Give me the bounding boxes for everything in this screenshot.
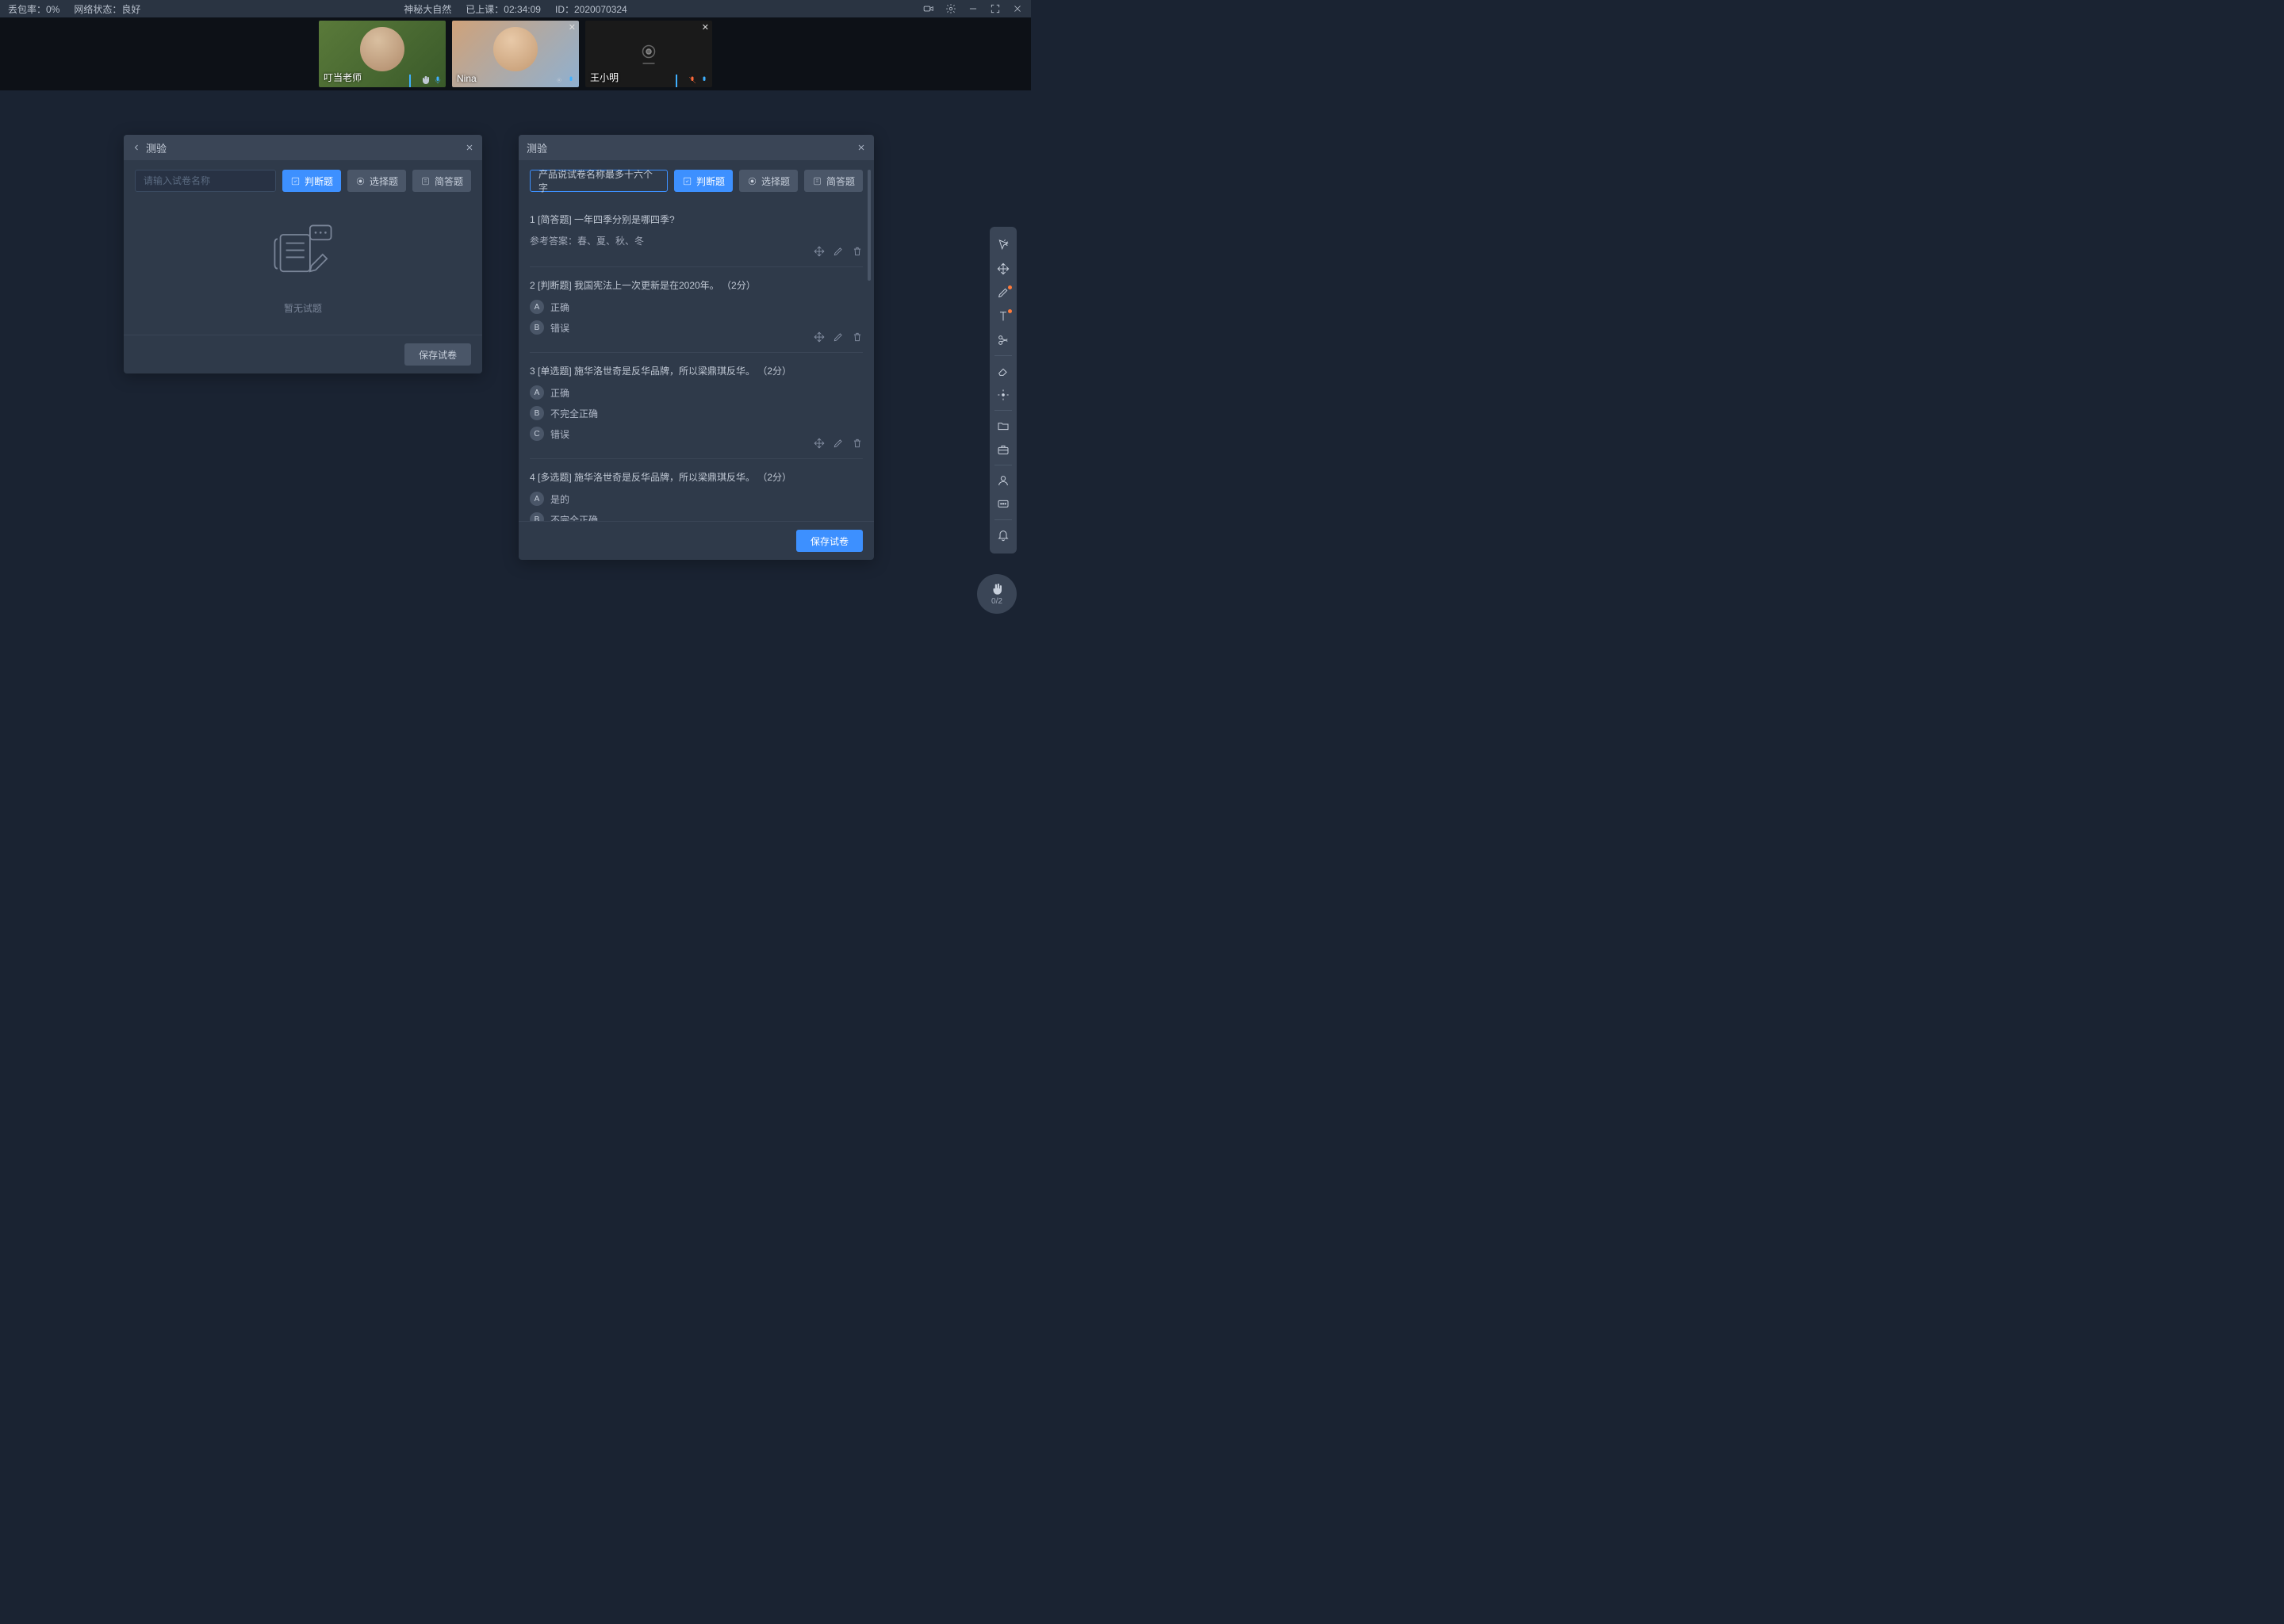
bell-tool-icon[interactable]: [990, 523, 1017, 547]
text-tool-icon[interactable]: [990, 304, 1017, 328]
folder-tool-icon[interactable]: [990, 414, 1017, 438]
move-icon[interactable]: [814, 438, 825, 449]
empty-text: 暂无试题: [284, 301, 322, 315]
empty-illustration-icon: [267, 222, 339, 285]
close-icon[interactable]: [465, 143, 474, 152]
tile-close-icon[interactable]: ✕: [569, 22, 576, 33]
question-item: 2 [判断题] 我国宪法上一次更新是在2020年。 （2分） A正确 B错误: [530, 267, 863, 353]
video-tile-student-off[interactable]: ✕ 王小明: [585, 21, 712, 87]
packet-loss-label: 丢包率：0%: [8, 2, 59, 16]
save-quiz-button[interactable]: 保存试卷: [796, 530, 863, 552]
network-label: 网络状态：良好: [74, 2, 140, 16]
quiz-panel-filled: 测验 产品说试卷名称最多十六个字 判断题 选择题 简答题 1 [简答题] 一年四…: [519, 135, 874, 560]
back-icon[interactable]: [132, 143, 141, 152]
add-choice-button[interactable]: 选择题: [739, 170, 798, 192]
question-answer: 参考答案：春、夏、秋、冬: [530, 234, 863, 247]
delete-icon[interactable]: [852, 331, 863, 343]
delete-icon[interactable]: [852, 246, 863, 257]
question-title: 3 [单选题] 施华洛世奇是反华品牌，所以梁鼎琪反华。 （2分）: [530, 364, 863, 377]
user-tool-icon[interactable]: [990, 469, 1017, 492]
option-bubble[interactable]: B: [530, 406, 544, 420]
toolbox-icon[interactable]: [990, 438, 1017, 462]
fullscreen-icon[interactable]: [990, 3, 1001, 14]
question-title: 2 [判断题] 我国宪法上一次更新是在2020年。 （2分）: [530, 278, 863, 292]
eraser-tool-icon[interactable]: [990, 359, 1017, 383]
mic-icon: [566, 75, 576, 84]
elapsed-time-label: 已上课：02:34:09: [466, 2, 541, 16]
option-bubble[interactable]: C: [530, 427, 544, 441]
question-item: 3 [单选题] 施华洛世奇是反华品牌，所以梁鼎琪反华。 （2分） A正确 B不完…: [530, 353, 863, 459]
hand-count: 0/2: [991, 597, 1002, 606]
mic-icon: [433, 75, 443, 84]
video-strip: 叮当老师 ✕ Nina ✕ 王小明: [0, 17, 1031, 90]
laser-tool-icon[interactable]: [990, 383, 1017, 407]
add-choice-button[interactable]: 选择题: [347, 170, 406, 192]
edit-icon[interactable]: [833, 438, 844, 449]
question-item: 1 [简答题] 一年四季分别是哪四季? 参考答案：春、夏、秋、冬: [530, 201, 863, 267]
option-bubble[interactable]: A: [530, 385, 544, 400]
question-title: 1 [简答题] 一年四季分别是哪四季?: [530, 213, 863, 226]
camera-off-icon: [634, 40, 663, 68]
add-judge-button[interactable]: 判断题: [674, 170, 733, 192]
video-name-label: 叮当老师: [324, 71, 362, 84]
scrollbar-thumb[interactable]: [868, 170, 871, 281]
cursor-tool-icon[interactable]: [990, 233, 1017, 257]
move-tool-icon[interactable]: [990, 257, 1017, 281]
pen-tool-icon[interactable]: [990, 281, 1017, 304]
option-bubble[interactable]: A: [530, 300, 544, 314]
edit-icon[interactable]: [833, 246, 844, 257]
tile-close-icon[interactable]: ✕: [702, 22, 709, 33]
chat-tool-icon[interactable]: [990, 492, 1017, 516]
video-name-label: Nina: [457, 73, 477, 84]
mic-muted-icon: [688, 75, 697, 84]
option-bubble[interactable]: A: [530, 492, 544, 506]
raise-hand-button[interactable]: 0/2: [977, 574, 1017, 614]
video-name-label: 王小明: [590, 71, 619, 84]
delete-icon[interactable]: [852, 438, 863, 449]
option-bubble[interactable]: B: [530, 320, 544, 335]
signal-icon: [409, 75, 419, 84]
quiz-name-input[interactable]: [135, 170, 276, 192]
raise-hand-icon: [421, 75, 431, 84]
top-bar: 丢包率：0% 网络状态：良好 神秘大自然 已上课：02:34:09 ID：202…: [0, 0, 1031, 17]
add-judge-button[interactable]: 判断题: [282, 170, 341, 192]
add-short-button[interactable]: 简答题: [412, 170, 471, 192]
panel-title: 测验: [146, 140, 167, 155]
minimize-icon[interactable]: [968, 3, 979, 14]
move-icon[interactable]: [814, 331, 825, 343]
question-item: 4 [多选题] 施华洛世奇是反华品牌，所以梁鼎琪反华。 （2分） A是的 B不完…: [530, 459, 863, 521]
option-bubble[interactable]: B: [530, 512, 544, 521]
question-title: 4 [多选题] 施华洛世奇是反华品牌，所以梁鼎琪反华。 （2分）: [530, 470, 863, 484]
edit-icon[interactable]: [833, 331, 844, 343]
scissors-tool-icon[interactable]: [990, 328, 1017, 352]
camera-toggle-icon[interactable]: [923, 3, 934, 14]
quiz-panel-empty: 测验 判断题 选择题 简答题: [124, 135, 482, 373]
mic-icon: [699, 75, 709, 84]
session-id-label: ID：2020070324: [555, 2, 627, 16]
side-toolbar: [990, 227, 1017, 553]
move-icon[interactable]: [814, 246, 825, 257]
save-quiz-button[interactable]: 保存试卷: [404, 343, 471, 366]
add-short-button[interactable]: 简答题: [804, 170, 863, 192]
class-title: 神秘大自然: [404, 2, 451, 16]
panel-title: 测验: [527, 140, 547, 155]
signal-icon: [676, 75, 685, 84]
close-window-icon[interactable]: [1012, 3, 1023, 14]
close-icon[interactable]: [856, 143, 866, 152]
video-tile-student[interactable]: ✕ Nina: [452, 21, 579, 87]
target-icon: [554, 75, 564, 84]
quiz-name-display[interactable]: 产品说试卷名称最多十六个字: [530, 170, 668, 192]
settings-icon[interactable]: [945, 3, 956, 14]
video-tile-teacher[interactable]: 叮当老师: [319, 21, 446, 87]
